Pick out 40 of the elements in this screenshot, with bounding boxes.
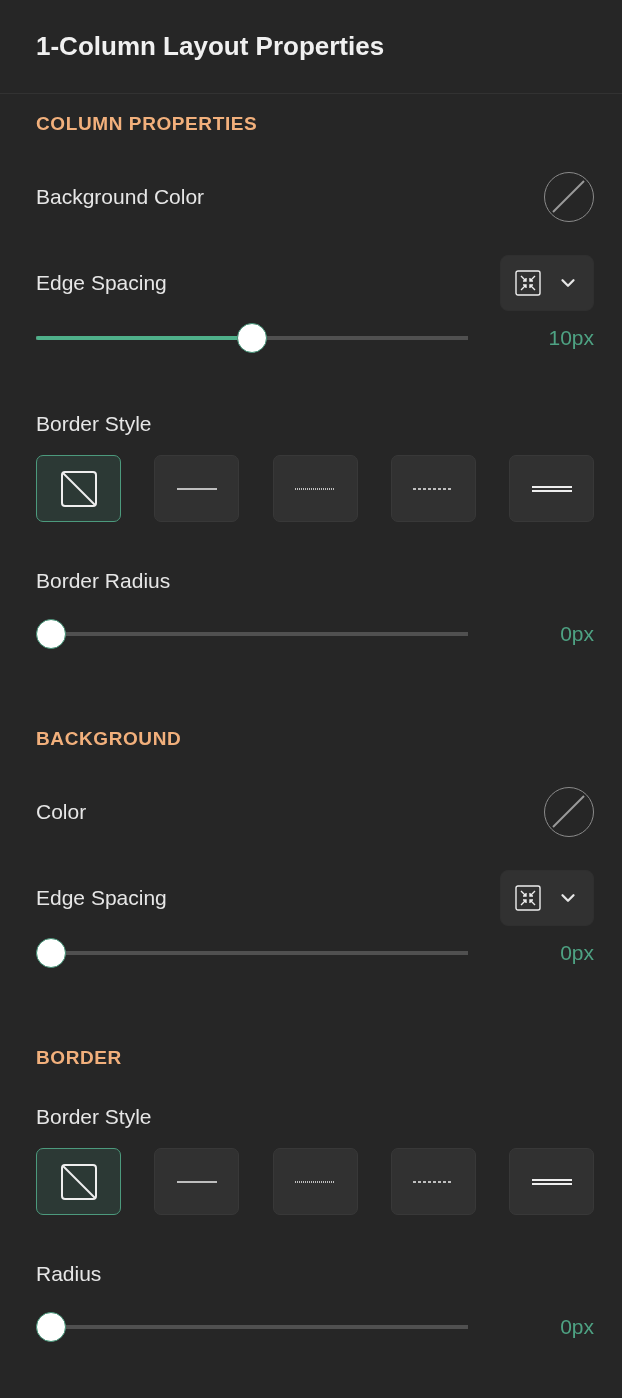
spacing-dropdown[interactable] [500,255,594,311]
double-line-icon [531,485,572,492]
slider-value: 10px [548,326,594,350]
no-border-icon [59,469,98,508]
double-line-icon [531,1178,572,1185]
compress-icon [515,270,541,296]
section-heading: COLUMN PROPERTIES [36,112,259,136]
property-label: Radius [36,1261,102,1287]
solid-line-icon [176,1180,217,1183]
compress-icon [515,885,541,911]
border-style-option[interactable] [36,455,121,522]
slider-value: 0px [560,1315,594,1339]
slider-thumb[interactable] [237,323,267,353]
color-swatch[interactable] [544,172,594,222]
slider-thumb[interactable] [36,1312,66,1342]
border-style-option[interactable] [509,455,594,522]
solid-line-icon [176,487,217,490]
border-style-option[interactable] [509,1148,594,1215]
property-label: Border Style [36,1104,152,1130]
color-swatch[interactable] [544,787,594,837]
property-label: Border Radius [36,568,171,594]
slider-thumb[interactable] [36,938,66,968]
no-border-icon [59,1162,98,1201]
dotted-line-icon [295,1180,335,1183]
property-label: Edge Spacing [36,270,167,296]
property-label: Border Style [36,411,152,437]
property-label: Color [36,799,87,825]
slider-value: 0px [560,622,594,646]
property-label: Edge Spacing [36,885,167,911]
slider-value: 0px [560,941,594,965]
spacing-dropdown[interactable] [500,870,594,926]
panel-title: 1-Column Layout Properties [36,31,385,62]
slider-thumb[interactable] [36,619,66,649]
border-style-option[interactable] [36,1148,121,1215]
property-label: Background Color [36,184,205,210]
dotted-line-icon [295,487,335,490]
dashed-line-icon [413,1180,454,1183]
section-heading: BORDER [36,1046,123,1070]
section-heading: BACKGROUND [36,727,183,751]
dashed-line-icon [413,487,454,490]
